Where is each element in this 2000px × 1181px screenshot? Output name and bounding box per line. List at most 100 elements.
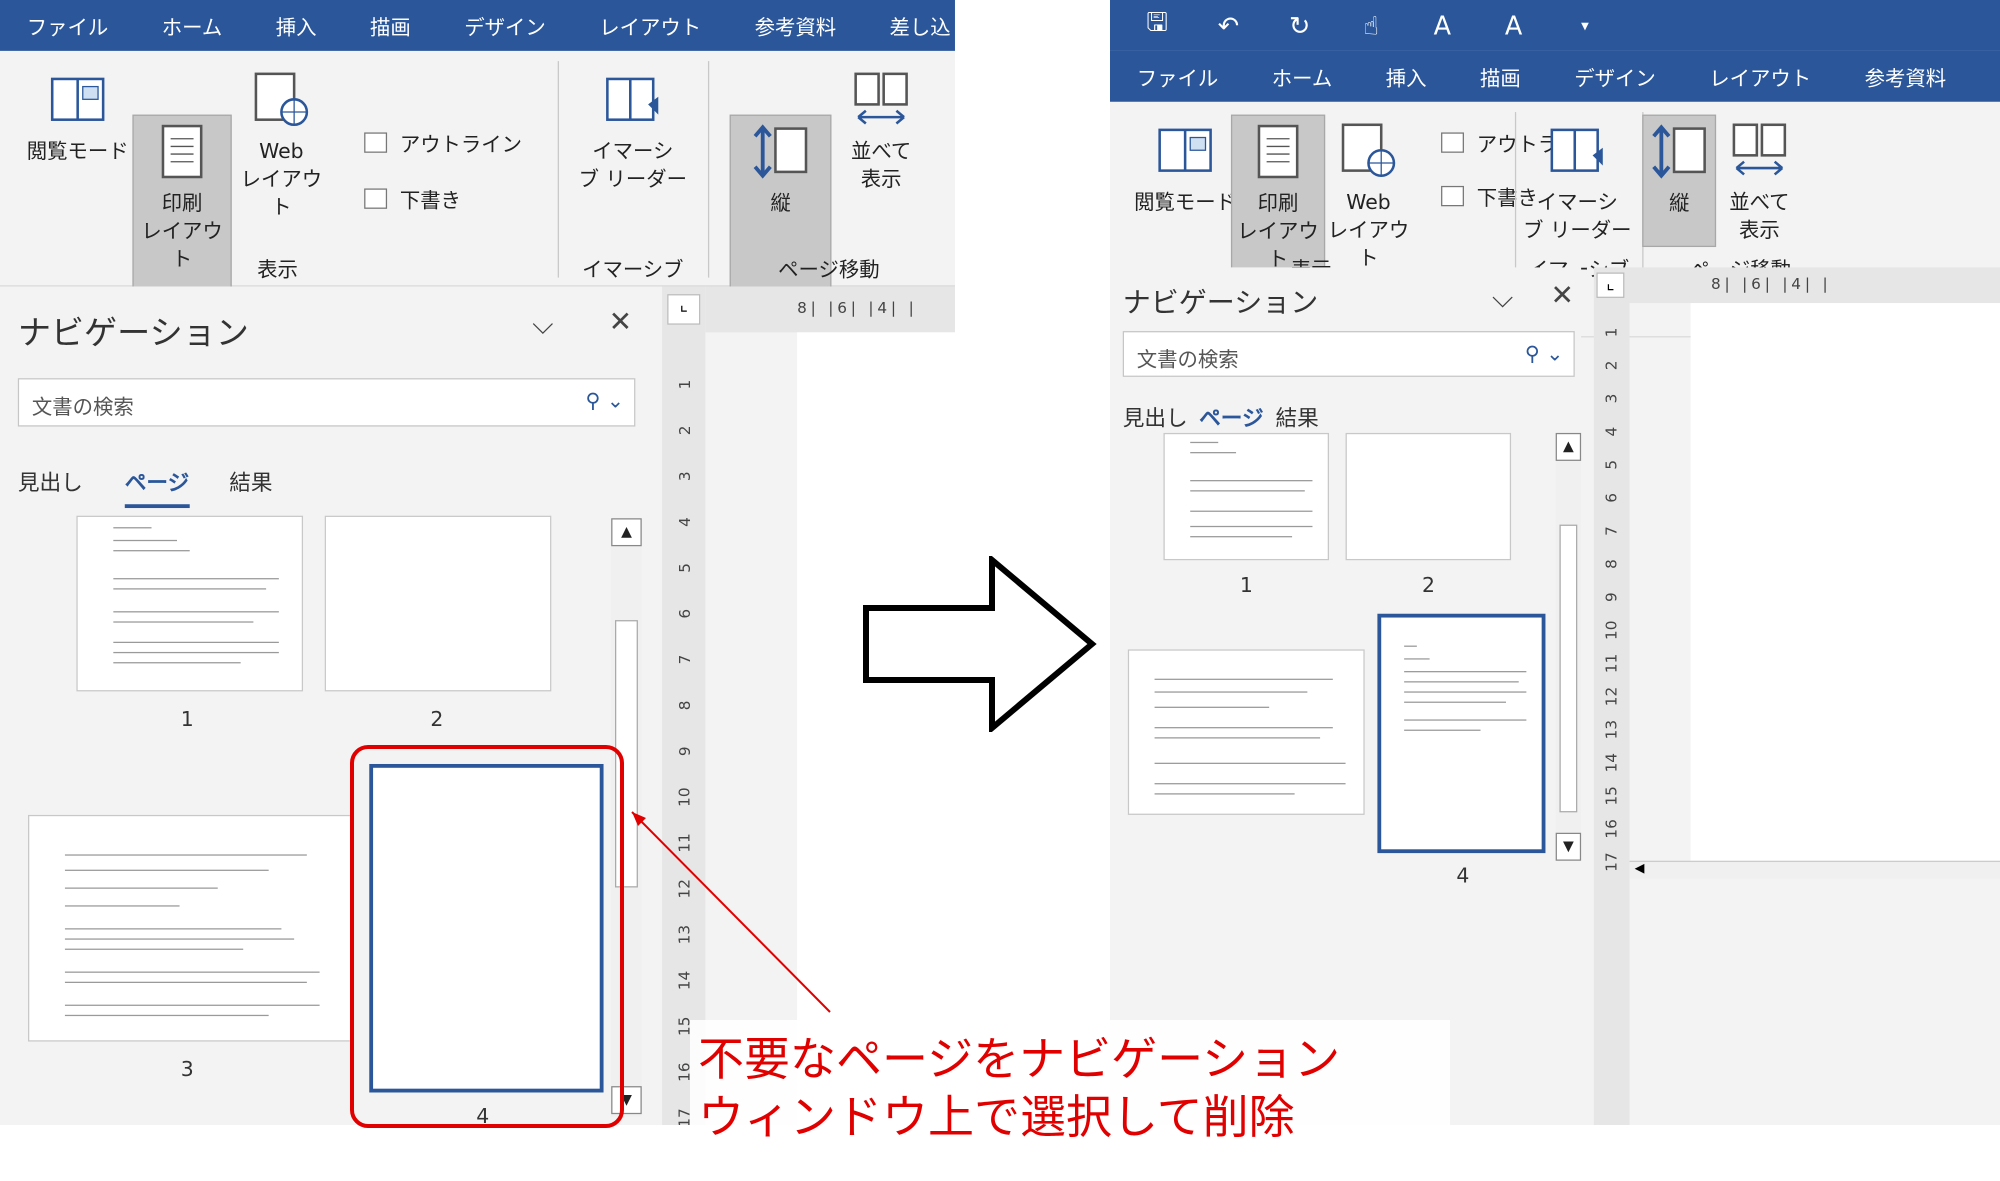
immersive-reader-icon bbox=[606, 77, 659, 121]
vertical-ruler: ⌞ 1 2 3 4 5 6 7 8 9 10 11 12 13 14 15 16… bbox=[1593, 267, 1630, 1125]
undo-icon[interactable]: ↶ bbox=[1207, 10, 1250, 41]
tab-draw[interactable]: 描画 bbox=[1453, 61, 1547, 92]
tab-home[interactable]: ホーム bbox=[1245, 61, 1359, 92]
close-icon[interactable]: ✕ bbox=[609, 307, 632, 339]
tab-layout[interactable]: レイアウト bbox=[572, 10, 727, 41]
side-by-side-icon bbox=[1732, 123, 1787, 176]
print-layout-icon bbox=[1257, 124, 1299, 179]
draft-button[interactable]: 下書き bbox=[364, 183, 461, 214]
search-icon[interactable]: ⚲ ⌄ bbox=[1525, 341, 1563, 365]
page-thumbnail-3[interactable] bbox=[1127, 649, 1365, 815]
tab-insert[interactable]: 挿入 bbox=[249, 10, 343, 41]
vertical-scroll-icon bbox=[753, 124, 808, 179]
touch-mode-icon[interactable]: ☝ bbox=[1349, 10, 1392, 41]
ruler-number: 16 bbox=[1602, 819, 1621, 839]
tab-layout[interactable]: レイアウト bbox=[1682, 61, 1837, 92]
scroll-down-arrow[interactable]: ▼ bbox=[1555, 832, 1582, 861]
web-layout-button[interactable]: Web レイアウト bbox=[237, 64, 326, 222]
tab-results[interactable]: 結果 bbox=[1276, 400, 1319, 431]
vertical-scroll-icon bbox=[1652, 124, 1706, 179]
tab-file[interactable]: ファイル bbox=[0, 10, 135, 41]
read-mode-button[interactable]: 閲覧モード bbox=[18, 64, 138, 166]
tab-pages[interactable]: ページ bbox=[124, 465, 190, 509]
immersive-reader-button[interactable]: イマーシ ブ リーダー bbox=[576, 64, 691, 194]
scroll-up-arrow[interactable]: ▲ bbox=[611, 518, 642, 547]
side-by-side-button[interactable]: 並べて 表示 bbox=[840, 64, 921, 194]
right-arrow-icon bbox=[863, 556, 1097, 732]
immersive-reader-button[interactable]: イマーシ ブ リーダー bbox=[1520, 115, 1635, 245]
read-mode-button[interactable]: 閲覧モード bbox=[1125, 115, 1245, 217]
document-search-input[interactable]: 文書の検索 ⚲ ⌄ bbox=[1122, 331, 1575, 377]
page-number: 2 bbox=[430, 706, 444, 731]
document-search-input[interactable]: 文書の検索 ⚲ ⌄ bbox=[17, 378, 636, 427]
tab-selector[interactable]: ⌞ bbox=[667, 294, 701, 325]
chevron-down-icon[interactable]: ⌵ bbox=[532, 309, 553, 341]
tab-results[interactable]: 結果 bbox=[229, 465, 272, 496]
page-number: 4 bbox=[1456, 863, 1470, 888]
draft-icon bbox=[364, 188, 388, 209]
redo-icon[interactable]: ↻ bbox=[1278, 10, 1321, 41]
web-layout-icon bbox=[254, 72, 309, 127]
tab-design[interactable]: デザイン bbox=[437, 10, 572, 41]
page-thumbnail-2[interactable] bbox=[1345, 432, 1512, 561]
close-icon[interactable]: ✕ bbox=[1551, 280, 1574, 312]
search-icon[interactable]: ⚲ ⌄ bbox=[585, 388, 623, 412]
ruler-number: 5 bbox=[1602, 459, 1621, 470]
ruler-number: 7 bbox=[1602, 526, 1621, 536]
thumbnail-scrollbar[interactable]: ▲ ▼ bbox=[1555, 432, 1582, 861]
ruler-number: 3 bbox=[675, 471, 694, 482]
page-thumbnail-3[interactable] bbox=[28, 814, 353, 1042]
scroll-up-arrow[interactable]: ▲ bbox=[1555, 432, 1582, 461]
ruler-number: 8 bbox=[1602, 559, 1621, 569]
ribbon-tabs: ファイル ホーム 挿入 描画 デザイン レイアウト 参考資料 差し込 bbox=[0, 0, 955, 51]
ruler-ticks: 8| |6| |4| | bbox=[797, 299, 918, 318]
vertical-button[interactable]: 縦 bbox=[1642, 114, 1717, 248]
ruler-number: 12 bbox=[675, 879, 694, 899]
ruler-number: 12 bbox=[1602, 686, 1621, 707]
draft-icon bbox=[1441, 185, 1464, 207]
horizontal-ruler: 8| |6| |4| | bbox=[1629, 267, 2000, 304]
scroll-left-arrow[interactable]: ◀ bbox=[1635, 862, 1645, 876]
read-aloud-icon[interactable]: A bbox=[1421, 10, 1464, 41]
tab-mailings[interactable]: 差し込 bbox=[1973, 61, 2000, 92]
tab-headings[interactable]: 見出し bbox=[18, 465, 83, 496]
quick-access-toolbar: 🖫 ↶ ↻ ☝ A A ▾ bbox=[1110, 0, 2000, 51]
tab-design[interactable]: デザイン bbox=[1547, 61, 1682, 92]
immersive-reader-icon bbox=[1550, 128, 1603, 172]
scroll-thumb[interactable] bbox=[1559, 524, 1578, 813]
page-thumbnail-1[interactable] bbox=[1163, 432, 1330, 561]
page-thumbnail-1[interactable] bbox=[76, 515, 304, 692]
horizontal-scrollbar[interactable]: ◀ bbox=[1629, 860, 2000, 879]
ruler-number: 17 bbox=[1602, 852, 1621, 872]
ruler-number: 13 bbox=[1602, 719, 1621, 740]
page-thumbnail-2[interactable] bbox=[324, 515, 552, 692]
tab-references[interactable]: 参考資料 bbox=[1838, 61, 1973, 92]
save-icon[interactable]: 🖫 bbox=[1135, 4, 1178, 47]
side-by-side-icon bbox=[854, 72, 908, 125]
tab-draw[interactable]: 描画 bbox=[343, 10, 437, 41]
group-label-page-move: ページ移動 bbox=[778, 257, 880, 282]
customize-icon[interactable]: ▾ bbox=[1563, 17, 1606, 35]
tab-headings[interactable]: 見出し bbox=[1123, 400, 1188, 431]
group-divider bbox=[557, 61, 559, 278]
document-page[interactable] bbox=[1690, 303, 2000, 877]
ruler-number: 3 bbox=[1602, 393, 1621, 404]
callout-line-1: 不要なページをナビゲーション bbox=[698, 1032, 1341, 1086]
tab-mailings[interactable]: 差し込 bbox=[863, 10, 955, 41]
page-thumbnail-4[interactable] bbox=[1377, 613, 1546, 854]
ruler-number: 9 bbox=[675, 746, 694, 757]
ruler-number: 13 bbox=[675, 924, 694, 945]
side-by-side-button[interactable]: 並べて 表示 bbox=[1721, 115, 1797, 245]
read-aloud-icon[interactable]: A bbox=[1492, 10, 1535, 41]
page-number: 3 bbox=[180, 1056, 194, 1082]
tab-file[interactable]: ファイル bbox=[1110, 61, 1245, 92]
outline-button[interactable]: アウトライン bbox=[364, 127, 522, 158]
chevron-down-icon[interactable]: ⌵ bbox=[1492, 283, 1513, 315]
tab-insert[interactable]: 挿入 bbox=[1359, 61, 1453, 92]
web-layout-button[interactable]: Web レイアウト bbox=[1326, 115, 1410, 273]
outline-icon bbox=[364, 132, 388, 153]
tab-selector[interactable]: ⌞ bbox=[1596, 272, 1625, 298]
group-label-view: 表示 bbox=[257, 257, 298, 282]
tab-home[interactable]: ホーム bbox=[135, 10, 249, 41]
tab-references[interactable]: 参考資料 bbox=[728, 10, 863, 41]
